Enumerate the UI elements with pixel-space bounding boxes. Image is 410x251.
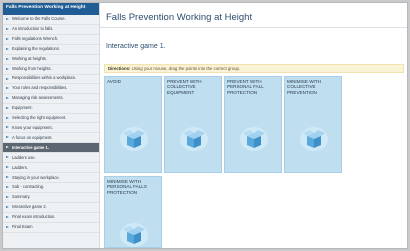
arrow-right-icon [6, 67, 9, 70]
sidebar-item-roles[interactable]: Your roles and responsibilities. [3, 84, 99, 94]
drop-box-icon [180, 127, 208, 151]
drop-zone-label: MINIMISE with collective prevention [287, 79, 321, 95]
sidebar-item-label: Responsibilities within a workplace. [12, 75, 77, 81]
drop-zone-label: PREVENT with personal fall protection [227, 79, 264, 95]
arrow-right-icon [6, 196, 9, 199]
arrow-right-icon [6, 77, 9, 80]
sidebar-item-introduction[interactable]: An introduction to falls. [3, 25, 99, 35]
drop-zone-minimise-collective[interactable]: MINIMISE with collective prevention [284, 76, 342, 173]
sidebar-item-summary[interactable]: Summary. [3, 193, 99, 204]
sidebar-item-risk-assessments[interactable]: Managing risk assessments. [3, 94, 99, 104]
sidebar-item-sub-contracting[interactable]: Sub - contracting. [3, 183, 99, 194]
drop-zone-prevent-personal[interactable]: PREVENT with personal fall protection [224, 76, 282, 173]
sidebar-item-label: Your roles and responsibilities. [12, 84, 68, 90]
title-divider [100, 27, 407, 28]
sidebar-item-label: An introduction to falls. [12, 26, 54, 32]
course-window: Falls Prevention Working at Height Welco… [2, 2, 408, 249]
arrow-right-icon [6, 186, 9, 189]
sidebar-item-interactive-game-1[interactable]: Interactive game 1. [3, 143, 99, 154]
sidebar-item-explaining-regulations[interactable]: Explaining the regulations. [3, 45, 99, 55]
arrow-right-icon [6, 27, 9, 30]
sidebar-item-interactive-game-2[interactable]: Interactive game 2. [3, 203, 99, 214]
sidebar-item-label: Interactive game 2. [12, 204, 47, 210]
arrow-right-icon [6, 126, 9, 129]
sidebar-item-label: Welcome to the Falls Course. [12, 16, 66, 22]
sidebar-item-final-exam-intro[interactable]: Final exam introduction. [3, 213, 99, 224]
directions-label: Directions: [108, 66, 131, 71]
drop-zone-prevent-collective[interactable]: PREVENT with collective equipment [164, 76, 222, 173]
sidebar-item-selecting-equipment[interactable]: Selecting the right equipment. [3, 114, 99, 124]
arrow-right-icon [6, 96, 9, 99]
arrow-right-icon [6, 136, 9, 139]
drop-zone-label: MINIMISE with personal falls protection [107, 179, 147, 195]
directions-text: Using your mouse, drag the points into t… [131, 66, 241, 71]
sidebar-item-ladders-use[interactable]: Ladders use. [3, 153, 99, 164]
sidebar-nav: Falls Prevention Working at Height Welco… [3, 3, 100, 248]
sidebar-item-equipment[interactable]: Equipment. [3, 104, 99, 114]
drop-zone-label: PREVENT with collective equipment [167, 79, 202, 95]
sidebar-item-label: Equipment. [12, 104, 33, 110]
sidebar-menu: Welcome to the Falls Course. An introduc… [3, 15, 99, 234]
sidebar-item-label: Ladders use. [12, 154, 36, 160]
arrow-right-icon [6, 57, 9, 60]
drop-box-icon [240, 127, 268, 151]
sidebar-item-welcome[interactable]: Welcome to the Falls Course. [3, 15, 99, 25]
sidebar-item-label: Explaining the regulations. [12, 46, 61, 52]
sidebar-item-label: Sub - contracting. [12, 184, 45, 190]
sidebar-item-label: Final Exam [12, 224, 33, 230]
sidebar-item-ladders[interactable]: Ladders. [3, 163, 99, 174]
drop-box-icon [300, 127, 328, 151]
sidebar-item-label: Staying in your workplace. [12, 174, 60, 180]
sidebar-item-label: A focus on equipment. [12, 134, 53, 140]
sidebar-item-label: Interactive game 1. [12, 144, 49, 150]
arrow-right-icon [6, 146, 9, 149]
sidebar-item-final-exam[interactable]: Final Exam [3, 223, 99, 234]
arrow-right-icon [6, 206, 9, 209]
sidebar-item-label: Summary. [12, 194, 31, 200]
sidebar-item-focus-equipment[interactable]: A focus on equipment. [3, 133, 99, 144]
game-title: Interactive game 1. [106, 43, 166, 50]
drop-zone-minimise-personal[interactable]: MINIMISE with personal falls protection [104, 176, 162, 248]
sidebar-item-responsibilities[interactable]: Responsibilities within a workplace. [3, 75, 99, 84]
sidebar-item-staying-in-workplace[interactable]: Staying in your workplace. [3, 173, 99, 184]
course-title: Falls Prevention Working at Height [3, 3, 99, 15]
sidebar-item-label: Working at heights. [12, 56, 47, 62]
drop-box-icon [120, 127, 148, 151]
drop-zone-label: AVOID [107, 79, 121, 84]
sidebar-item-label: Ladders. [12, 164, 28, 170]
sidebar-item-working-at-heights[interactable]: Working at heights. [3, 55, 99, 65]
arrow-right-icon [6, 226, 9, 229]
sidebar-item-label: Falls regulations Wrench. [12, 36, 59, 42]
arrow-right-icon [6, 156, 9, 159]
arrow-right-icon [6, 176, 9, 179]
arrow-right-icon [6, 86, 9, 89]
arrow-right-icon [6, 216, 9, 219]
drop-box-icon [120, 223, 148, 247]
page-title: Falls Prevention Working at Height [106, 12, 253, 23]
directions-bar: Directions: Using your mouse, drag the p… [104, 64, 404, 73]
drop-zone-avoid[interactable]: AVOID [104, 76, 162, 173]
arrow-right-icon [6, 166, 9, 169]
sidebar-item-falls-regulations[interactable]: Falls regulations Wrench. [3, 35, 99, 45]
sidebar-item-label: Managing risk assessments. [12, 94, 64, 100]
sidebar-item-working-from-heights[interactable]: Working from heights. [3, 65, 99, 75]
sidebar-item-label: Know your equipment. [12, 124, 53, 130]
arrow-right-icon [6, 47, 9, 50]
arrow-right-icon [6, 116, 9, 119]
arrow-right-icon [6, 18, 9, 20]
sidebar-item-label: Working from heights. [12, 66, 52, 72]
content-area: Falls Prevention Working at Height Inter… [100, 3, 407, 248]
sidebar-item-label: Final exam introduction. [12, 214, 56, 220]
arrow-right-icon [6, 106, 9, 109]
sidebar-item-label: Selecting the right equipment. [12, 114, 67, 120]
sidebar-item-know-equipment[interactable]: Know your equipment. [3, 123, 99, 134]
arrow-right-icon [6, 37, 9, 40]
